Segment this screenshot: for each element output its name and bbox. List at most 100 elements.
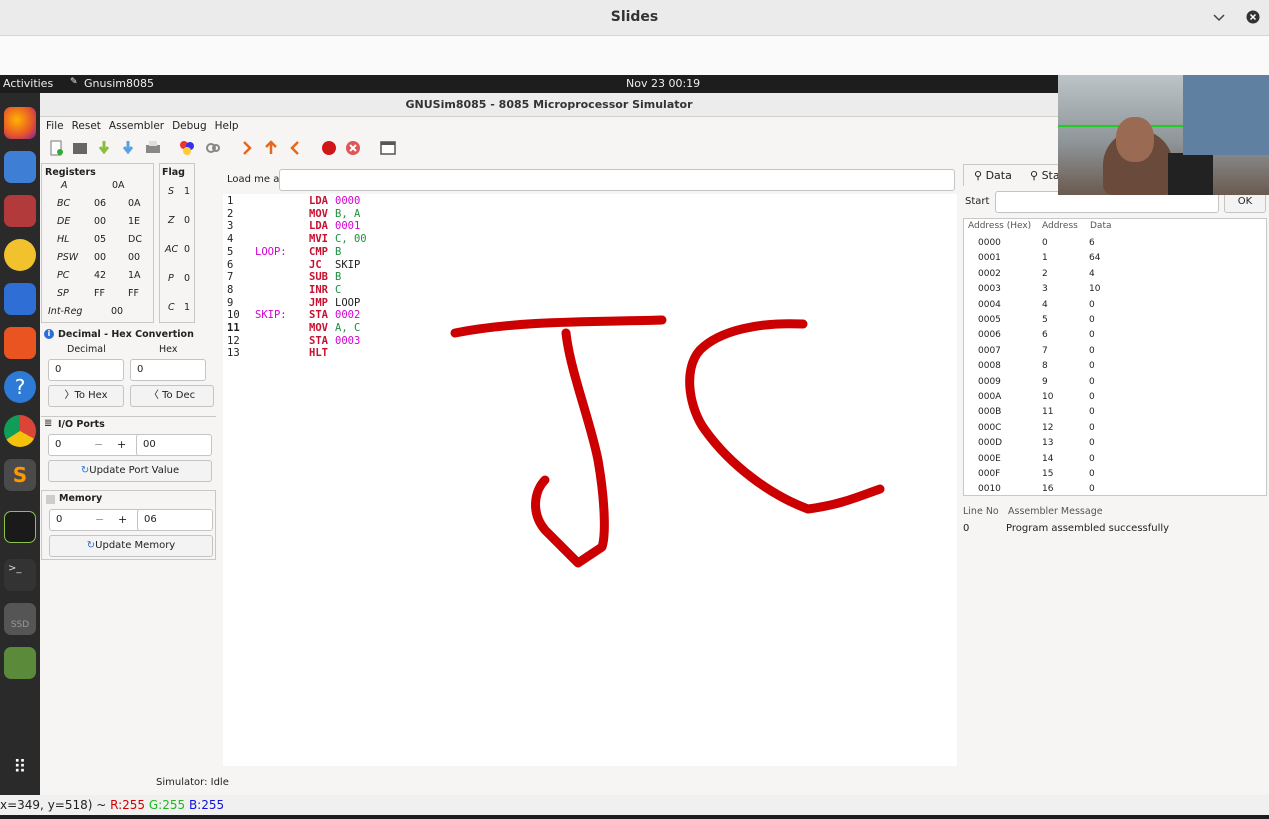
code-operand[interactable]: B, A [335,208,360,221]
table-row[interactable]: 0005 5 0 [964,315,1266,330]
code-opcode[interactable]: LDA [309,195,328,208]
trash-icon[interactable] [4,647,36,679]
menu-file[interactable]: File [42,117,68,135]
register-value-low[interactable]: 1E [128,216,140,227]
register-value-high[interactable]: 00 [94,252,106,263]
sublime-icon[interactable]: S [4,459,36,491]
col-data[interactable]: Data [1090,221,1112,231]
step-in-icon[interactable] [239,140,255,156]
register-value-high[interactable]: 42 [94,270,106,281]
table-row[interactable]: 0007 7 0 [964,346,1266,361]
code-label[interactable]: LOOP: [255,246,287,259]
to-hex-button[interactable]: 〉To Hex [48,385,124,407]
register-value-low[interactable]: 00 [128,252,140,263]
code-opcode[interactable]: SUB [309,271,328,284]
code-opcode[interactable]: JMP [309,297,328,310]
memory-value-input[interactable]: 06 [137,509,213,531]
code-opcode[interactable]: STA [309,335,328,348]
flag-value[interactable]: 1 [184,186,190,197]
code-operand[interactable]: LOOP [335,297,360,310]
thunderbird-icon[interactable] [4,151,36,183]
writer-icon[interactable] [4,283,36,315]
code-operand[interactable]: 0000 [335,195,360,208]
save-down-icon[interactable] [96,140,112,156]
code-opcode[interactable]: CMP [309,246,328,259]
col-message[interactable]: Assembler Message [1008,506,1103,517]
code-label[interactable]: SKIP: [255,309,287,322]
code-operand[interactable]: 0003 [335,335,360,348]
code-operand[interactable]: 0001 [335,220,360,233]
code-opcode[interactable]: STA [309,309,328,322]
files-icon[interactable] [4,195,36,227]
table-row[interactable]: 0002 2 4 [964,269,1266,284]
step-out-icon[interactable] [263,140,279,156]
step-back-icon[interactable] [287,140,303,156]
menu-assembler[interactable]: Assembler [105,117,168,135]
table-row[interactable]: 0008 8 0 [964,361,1266,376]
register-value-low[interactable]: 0A [128,198,141,209]
hex-input[interactable]: 0 [130,359,206,381]
save-as-icon[interactable] [120,140,136,156]
menu-reset[interactable]: Reset [68,117,105,135]
message-line[interactable]: 0 [963,523,969,534]
memory-plus-button[interactable]: + [118,513,127,526]
update-port-button[interactable]: ↻Update Port Value [48,460,212,482]
register-value-high[interactable]: 00 [111,306,123,317]
code-operand[interactable]: SKIP [335,259,360,272]
new-file-icon[interactable] [48,140,64,156]
code-operand[interactable]: 0002 [335,309,360,322]
print-icon[interactable] [145,140,161,156]
assemble-icon[interactable] [179,140,195,156]
register-value-low[interactable]: FF [128,288,139,299]
code-operand[interactable]: B [335,271,341,284]
table-row[interactable]: 000D 13 0 [964,438,1266,453]
code-opcode[interactable]: MOV [309,208,328,221]
load-me-at-input[interactable] [279,169,955,191]
open-icon[interactable] [72,140,88,156]
fullscreen-icon[interactable] [380,140,396,156]
rhythmbox-icon[interactable] [4,239,36,271]
flag-value[interactable]: 1 [184,302,190,313]
register-value-low[interactable]: 1A [128,270,141,281]
flag-value[interactable]: 0 [184,244,190,255]
table-row[interactable]: 000A 10 0 [964,392,1266,407]
execute-icon[interactable] [205,140,221,156]
io-plus-button[interactable]: + [117,438,126,451]
chrome-icon[interactable] [4,415,36,447]
table-row[interactable]: 0010 16 0 [964,484,1266,499]
table-row[interactable]: 0001 1 64 [964,253,1266,268]
clock[interactable]: Nov 23 00:19 [626,77,700,90]
table-row[interactable]: 000C 12 0 [964,423,1266,438]
table-row[interactable]: 0000 0 6 [964,238,1266,253]
code-opcode[interactable]: INR [309,284,328,297]
app-menu[interactable]: Gnusim8085 [84,77,154,90]
tab-data[interactable]: ⚲ Data [974,169,1012,182]
firefox-icon[interactable] [4,107,36,139]
menu-debug[interactable]: Debug [168,117,211,135]
code-operand[interactable]: C [335,284,341,297]
table-row[interactable]: 0003 3 10 [964,284,1266,299]
code-opcode[interactable]: LDA [309,220,328,233]
code-opcode[interactable]: MOV [309,322,328,335]
register-value-high[interactable]: FF [94,288,105,299]
code-opcode[interactable]: HLT [309,347,328,360]
register-value-high[interactable]: 00 [94,216,106,227]
register-value-high[interactable]: 0A [112,180,125,191]
col-address-hex[interactable]: Address (Hex) [968,221,1031,231]
update-memory-button[interactable]: ↻Update Memory [49,535,213,557]
activities-button[interactable]: Activities [3,77,53,90]
software-icon[interactable] [4,327,36,359]
table-row[interactable]: 0004 4 0 [964,300,1266,315]
terminal-icon[interactable]: >_ [4,559,36,591]
help-icon[interactable]: ? [4,371,36,403]
menu-help[interactable]: Help [211,117,243,135]
io-minus-button[interactable]: − [94,438,103,451]
close-icon[interactable] [1246,10,1260,24]
code-operand[interactable]: C, 00 [335,233,367,246]
table-row[interactable]: 000B 11 0 [964,407,1266,422]
gnusim-icon[interactable] [4,511,36,543]
decimal-input[interactable]: 0 [48,359,124,381]
chevron-down-icon[interactable] [1212,11,1226,25]
table-row[interactable]: 0009 9 0 [964,377,1266,392]
code-opcode[interactable]: JC [309,259,322,272]
